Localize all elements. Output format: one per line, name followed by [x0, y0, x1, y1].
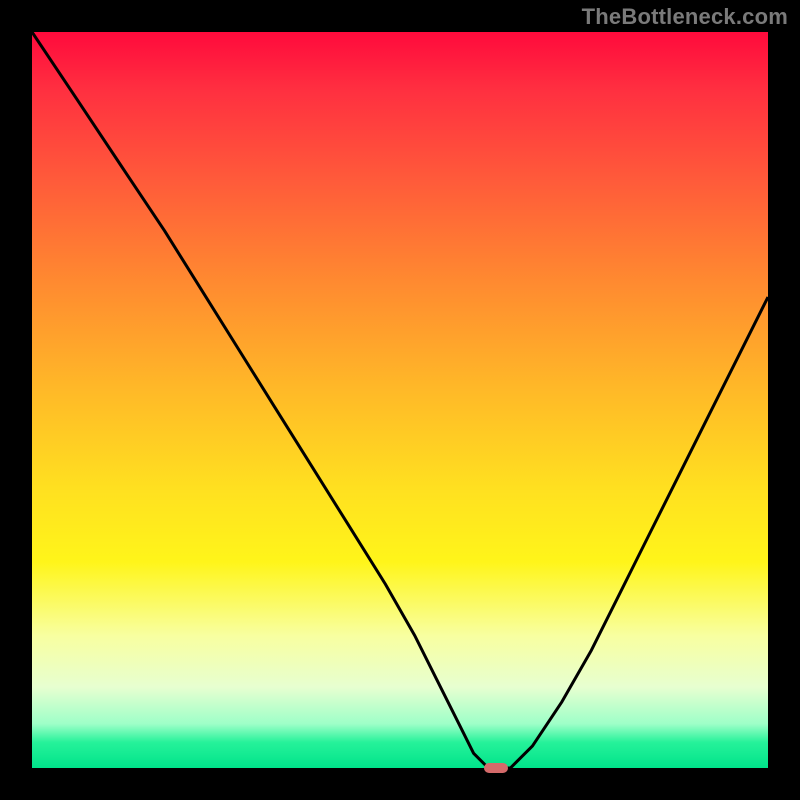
- chart-plot-area: [32, 32, 768, 768]
- bottleneck-curve-path: [32, 32, 768, 768]
- curve-svg: [32, 32, 768, 768]
- optimal-point-marker: [484, 763, 508, 773]
- watermark-label: TheBottleneck.com: [582, 4, 788, 30]
